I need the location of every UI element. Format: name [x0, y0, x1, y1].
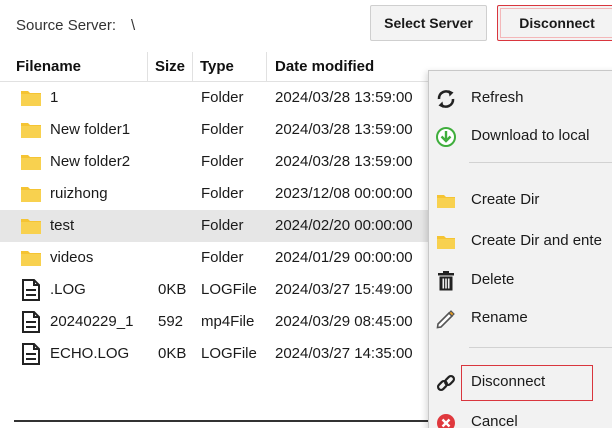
menu-item-label: Delete [471, 271, 515, 288]
pencil-icon [435, 308, 457, 330]
column-header-filename[interactable]: Filename [16, 58, 81, 75]
folder-icon [20, 121, 42, 139]
date-modified-cell: 2024/03/27 14:35:00 [275, 345, 413, 362]
folder-icon [20, 89, 42, 107]
size-cell: 0KB [158, 281, 187, 298]
type-cell: Folder [201, 121, 244, 138]
menu-item-label: Refresh [471, 89, 524, 106]
type-cell: Folder [201, 185, 244, 202]
date-modified-cell: 2024/03/28 13:59:00 [275, 153, 413, 170]
column-divider[interactable] [147, 52, 148, 82]
folder-icon [20, 153, 42, 171]
date-modified-cell: 2023/12/08 00:00:00 [275, 185, 413, 202]
context-menu: Refresh Download to local Create Dir Cre… [428, 70, 612, 428]
menu-item-label: Create Dir [471, 191, 540, 208]
file-icon [20, 343, 42, 365]
folder-icon [20, 249, 42, 267]
table-row[interactable]: videos Folder 2024/01/29 00:00:00 [0, 242, 440, 274]
type-cell: Folder [201, 153, 244, 170]
date-modified-cell: 2024/02/20 00:00:00 [275, 217, 413, 234]
table-row[interactable]: test Folder 2024/02/20 00:00:00 [0, 210, 440, 242]
size-cell: 0KB [158, 345, 187, 362]
table-row[interactable]: 20240229_1 592 mp4File 2024/03/29 08:45:00 [0, 306, 440, 338]
trash-icon [435, 270, 457, 292]
date-modified-cell: 2024/03/28 13:59:00 [275, 89, 413, 106]
menu-separator [469, 347, 612, 348]
download-icon [435, 126, 457, 148]
menu-item-create-dir[interactable]: Create Dir [429, 181, 612, 219]
column-divider[interactable] [266, 52, 267, 82]
type-cell: Folder [201, 217, 244, 234]
type-cell: Folder [201, 89, 244, 106]
menu-item-disconnect[interactable]: Disconnect [429, 363, 612, 401]
menu-item-refresh[interactable]: Refresh [429, 79, 612, 117]
folder-icon [435, 231, 457, 253]
source-server-bar: Source Server: \ Select Server Disconnec… [0, 0, 612, 52]
column-header-type[interactable]: Type [200, 58, 234, 75]
table-row[interactable]: New folder1 Folder 2024/03/28 13:59:00 [0, 114, 440, 146]
filename-cell: New folder2 [50, 153, 131, 170]
type-cell: mp4File [201, 313, 255, 330]
menu-item-cancel[interactable]: Cancel [429, 403, 612, 428]
source-server-label: Source Server: [16, 17, 117, 34]
table-row[interactable]: New folder2 Folder 2024/03/28 13:59:00 [0, 146, 440, 178]
filename-cell: .LOG [50, 281, 86, 298]
disconnect-button[interactable]: Disconnect [497, 5, 612, 41]
menu-item-label: Create Dir and ente [471, 232, 602, 249]
table-row[interactable]: .LOG 0KB LOGFile 2024/03/27 15:49:00 [0, 274, 440, 306]
date-modified-cell: 2024/03/27 15:49:00 [275, 281, 413, 298]
type-cell: LOGFile [201, 345, 257, 362]
date-modified-cell: 2024/03/29 08:45:00 [275, 313, 413, 330]
cancel-icon [435, 412, 457, 428]
column-header-size[interactable]: Size [155, 58, 185, 75]
type-cell: LOGFile [201, 281, 257, 298]
filename-cell: test [50, 217, 75, 234]
table-row[interactable]: 1 Folder 2024/03/28 13:59:00 [0, 82, 440, 114]
file-icon [20, 279, 42, 301]
filename-cell: videos [50, 249, 94, 266]
menu-item-label: Cancel [471, 413, 518, 428]
menu-item-download-to-local[interactable]: Download to local [429, 117, 612, 155]
filename-cell: ruizhong [50, 185, 108, 202]
select-server-button[interactable]: Select Server [370, 5, 487, 41]
menu-item-label: Rename [471, 309, 528, 326]
link-icon [435, 372, 457, 394]
column-header-date-modified[interactable]: Date modified [275, 58, 374, 75]
menu-item-create-dir-and-enter[interactable]: Create Dir and ente [429, 222, 612, 260]
refresh-icon [435, 88, 457, 110]
date-modified-cell: 2024/01/29 00:00:00 [275, 249, 413, 266]
horizontal-scrollbar[interactable] [14, 420, 430, 422]
type-cell: Folder [201, 249, 244, 266]
menu-item-rename[interactable]: Rename [429, 299, 612, 337]
menu-separator [469, 162, 612, 163]
table-header: Filename Size Type Date modified [0, 52, 440, 82]
column-divider[interactable] [192, 52, 193, 82]
filename-cell: New folder1 [50, 121, 131, 138]
table-row[interactable]: ECHO.LOG 0KB LOGFile 2024/03/27 14:35:00 [0, 338, 440, 370]
filename-cell: 20240229_1 [50, 313, 134, 330]
folder-icon [20, 217, 42, 235]
menu-item-label: Download to local [471, 127, 590, 144]
size-cell: 592 [158, 313, 184, 330]
table-row[interactable]: ruizhong Folder 2023/12/08 00:00:00 [0, 178, 440, 210]
date-modified-cell: 2024/03/28 13:59:00 [275, 121, 413, 138]
folder-icon [435, 190, 457, 212]
folder-icon [20, 185, 42, 203]
menu-item-delete[interactable]: Delete [429, 261, 612, 299]
filename-cell: ECHO.LOG [50, 345, 130, 362]
source-server-path: \ [131, 17, 136, 34]
filename-cell: 1 [50, 89, 59, 106]
file-icon [20, 311, 42, 333]
menu-item-label: Disconnect [471, 373, 546, 390]
